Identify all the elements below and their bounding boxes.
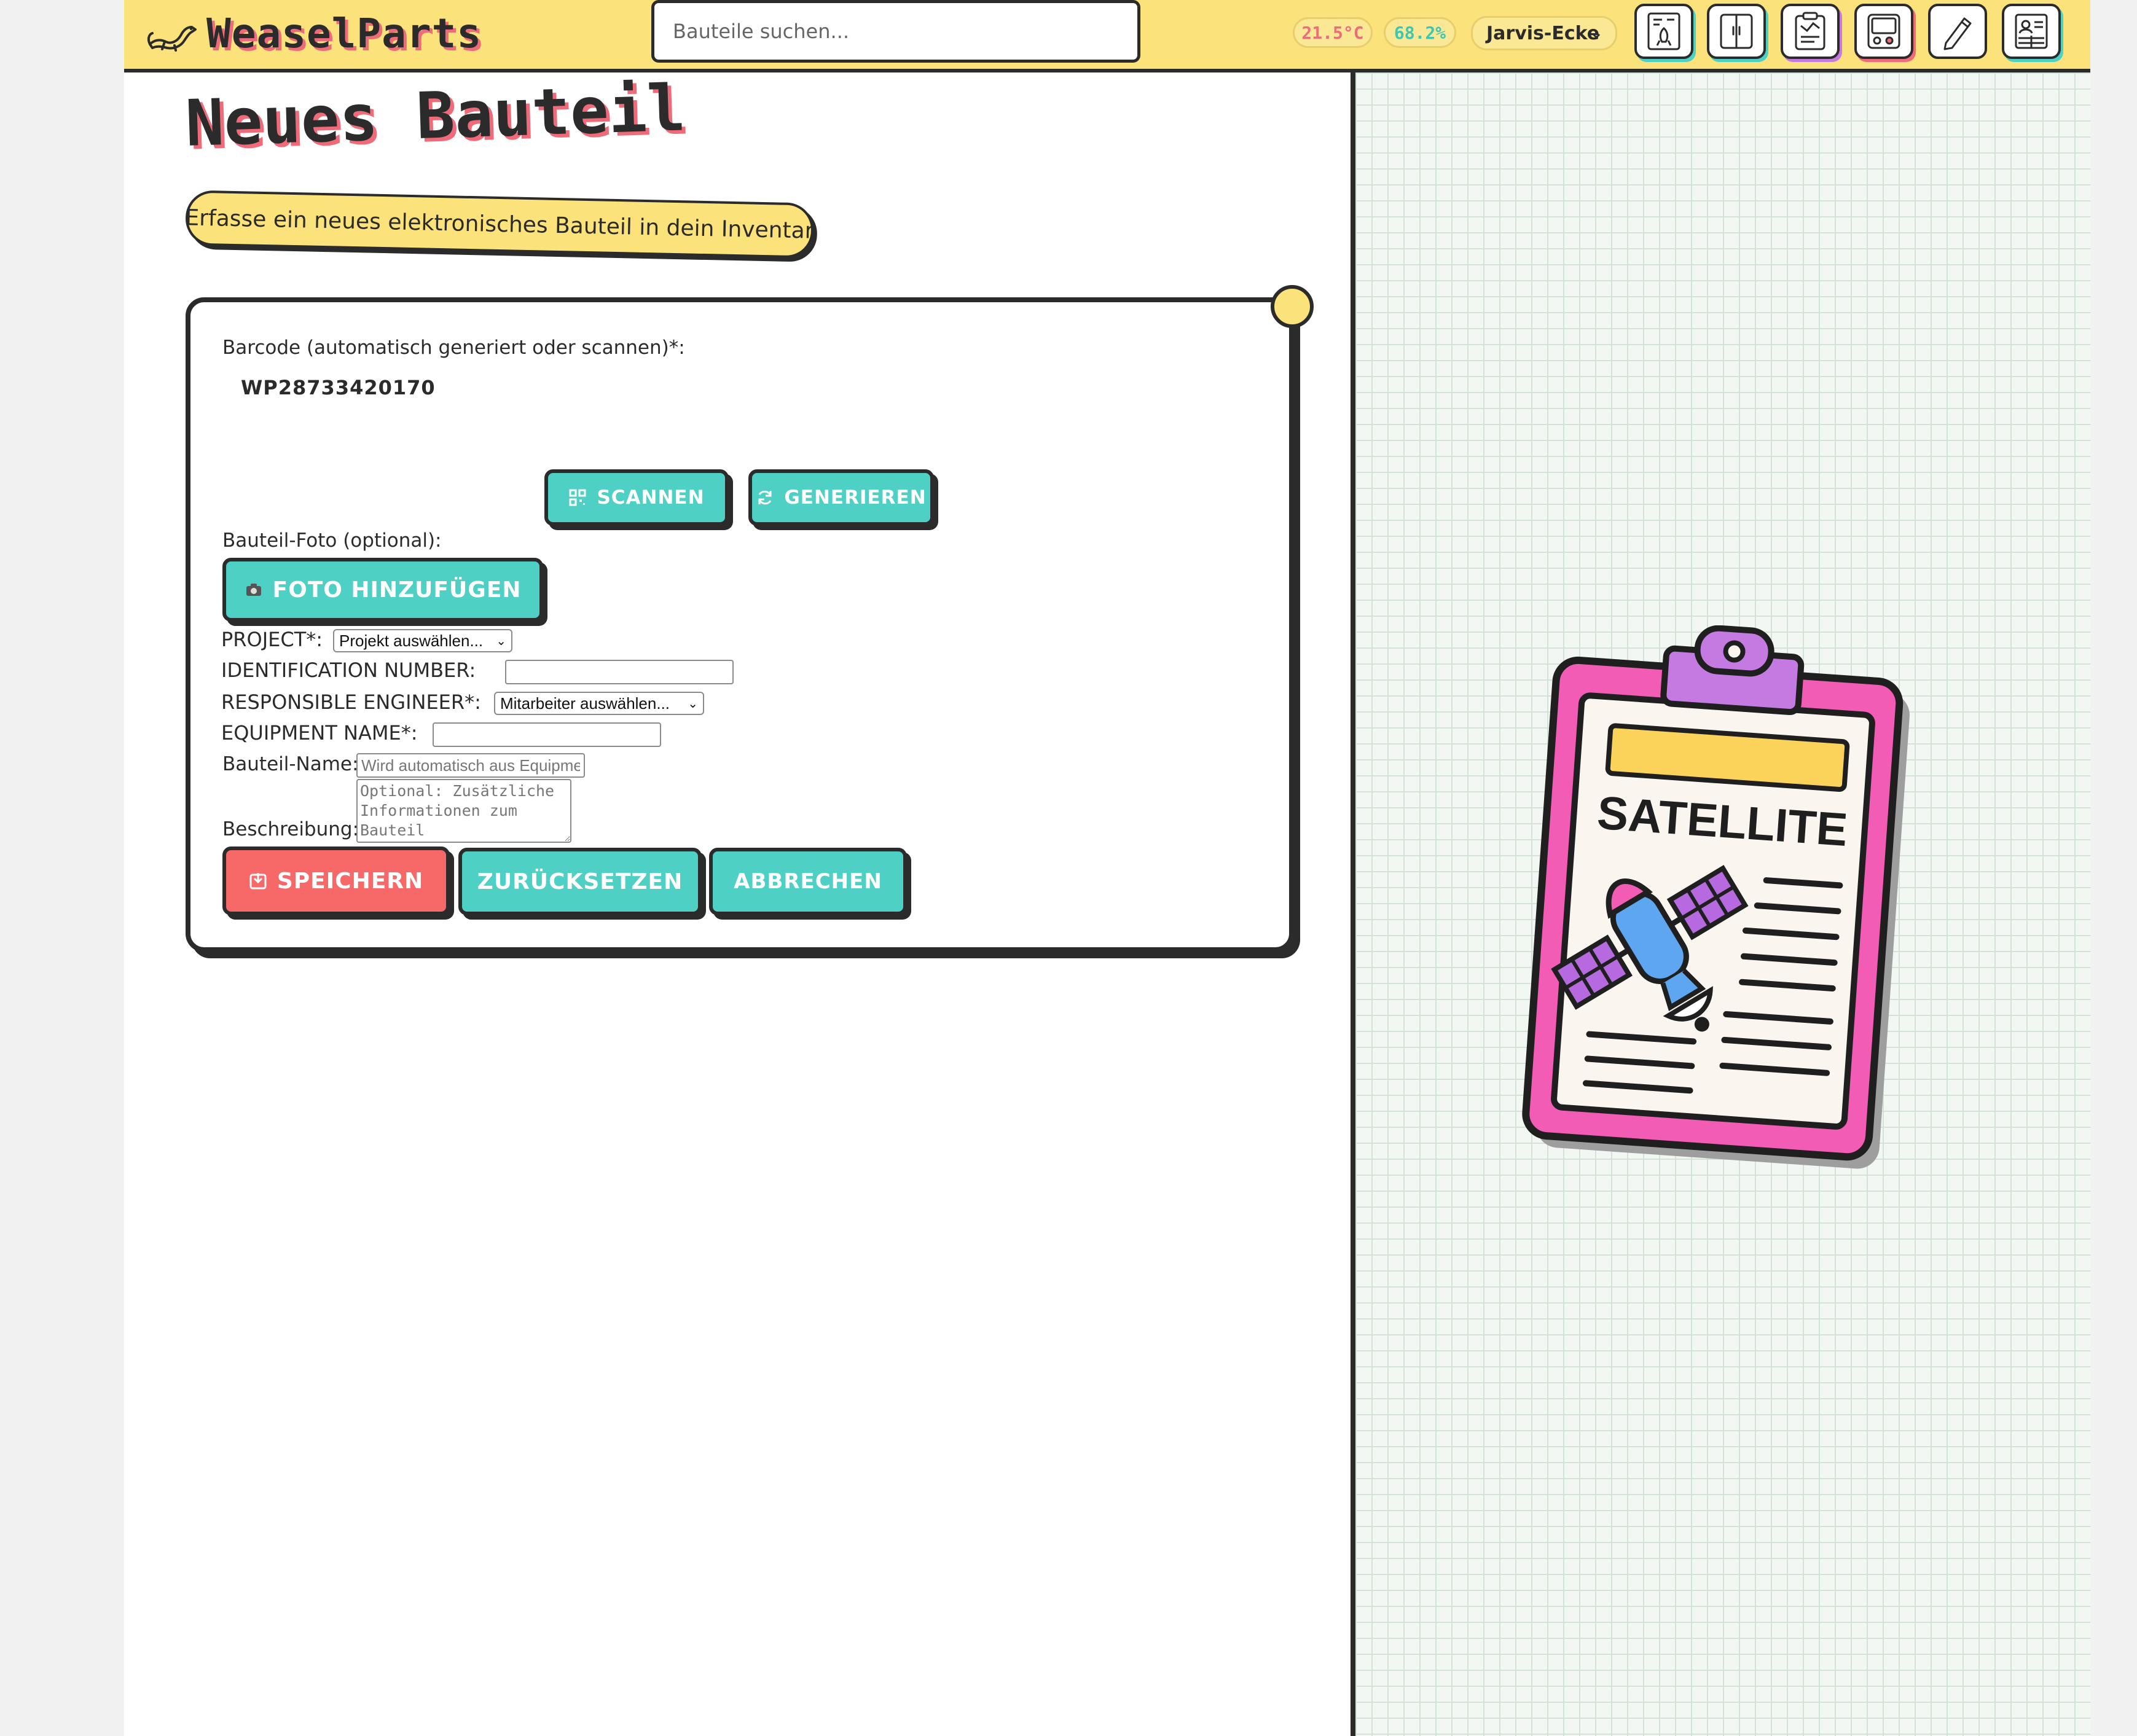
nav-pencil-button[interactable] (1928, 4, 1987, 59)
nav-cabinet-button[interactable] (1707, 4, 1766, 59)
project-select[interactable]: Projekt auswählen... ⌄ (333, 629, 512, 652)
nav-device-button[interactable] (1854, 4, 1913, 59)
device-icon (1867, 14, 1900, 49)
barcode-label: Barcode (automatisch generiert oder scan… (222, 337, 685, 359)
generate-button[interactable]: GENERIEREN (748, 469, 934, 526)
equipment-name-label: EQUIPMENT NAME*: (221, 721, 418, 745)
generate-button-label: GENERIEREN (784, 487, 927, 509)
chevron-down-icon: ⌄ (496, 634, 506, 648)
equipment-name-input[interactable] (433, 722, 661, 747)
top-header: WeaselParts 21.5°C 68.2% Jarvis-Ecke ⌄ (124, 0, 2090, 72)
responsible-engineer-select-value: Mitarbeiter auswählen... (500, 694, 670, 713)
scan-button-label: SCANNEN (597, 487, 705, 509)
project-label: PROJECT*: (221, 628, 323, 651)
part-name-input[interactable] (356, 753, 585, 778)
nav-rocket-document-button[interactable] (1634, 4, 1693, 59)
photo-label: Bauteil-Foto (optional): (222, 530, 442, 552)
barcode-value[interactable]: WP28733420170 (241, 376, 436, 399)
save-button-label: SPEICHERN (276, 868, 424, 894)
humidity-badge: 68.2% (1384, 17, 1456, 48)
clipboard-icon (1795, 12, 1825, 50)
nav-id-card-button[interactable] (2002, 4, 2061, 59)
brand-name: WeaselParts (206, 9, 482, 57)
reset-button-label: ZURÜCKSETZEN (477, 869, 683, 894)
responsible-engineer-select[interactable]: Mitarbeiter auswählen... ⌄ (494, 692, 704, 715)
id-card-icon (2015, 14, 2048, 49)
add-photo-button-label: FOTO HINZUFÜGEN (272, 577, 522, 603)
project-select-value: Projekt auswählen... (339, 631, 484, 650)
qr-code-icon (569, 489, 586, 506)
satellite-clipboard-icon: SATELLITE (1522, 625, 1910, 1169)
responsible-engineer-label: RESPONSIBLE ENGINEER*: (221, 690, 481, 714)
identification-number-label: IDENTIFICATION NUMBER: (221, 659, 476, 682)
app-window: WeaselParts 21.5°C 68.2% Jarvis-Ecke ⌄ (124, 0, 2090, 1736)
illustration-pane: SATELLITE (1355, 72, 2090, 1736)
location-label: Jarvis-Ecke (1486, 22, 1600, 44)
temperature-badge: 21.5°C (1293, 17, 1373, 48)
scan-button[interactable]: SCANNEN (544, 469, 729, 526)
description-label: Beschreibung: (222, 818, 359, 840)
chevron-down-icon: ⌄ (688, 697, 698, 711)
save-download-icon (249, 873, 267, 890)
camera-icon (246, 584, 261, 596)
nav-clipboard-button[interactable] (1781, 4, 1840, 59)
part-name-label: Bauteil-Name: (222, 753, 359, 775)
cabinet-icon (1720, 14, 1753, 49)
brand-logo[interactable]: WeaselParts (146, 9, 482, 58)
card-decoration-dot (1271, 285, 1314, 328)
chevron-down-icon: ⌄ (1590, 24, 1603, 42)
page-subtitle: Erfasse ein neues elektronisches Bauteil… (185, 190, 814, 259)
add-photo-button[interactable]: FOTO HINZUFÜGEN (222, 558, 543, 622)
save-button[interactable]: SPEICHERN (222, 846, 450, 915)
pane-divider (1351, 72, 1355, 1736)
weasel-icon (147, 26, 197, 52)
identification-number-input[interactable] (505, 660, 734, 684)
cancel-button[interactable]: ABBRECHEN (709, 848, 907, 915)
refresh-icon (758, 490, 772, 505)
rocket-document-icon (1647, 12, 1680, 50)
search-input[interactable] (651, 0, 1140, 63)
page-title: Neues Bauteil (184, 70, 687, 161)
reset-button[interactable]: ZURÜCKSETZEN (458, 848, 702, 915)
location-select[interactable]: Jarvis-Ecke ⌄ (1471, 16, 1617, 50)
pencil-icon (1943, 17, 1972, 50)
description-textarea[interactable] (356, 779, 571, 843)
cancel-button-label: ABBRECHEN (734, 869, 882, 894)
